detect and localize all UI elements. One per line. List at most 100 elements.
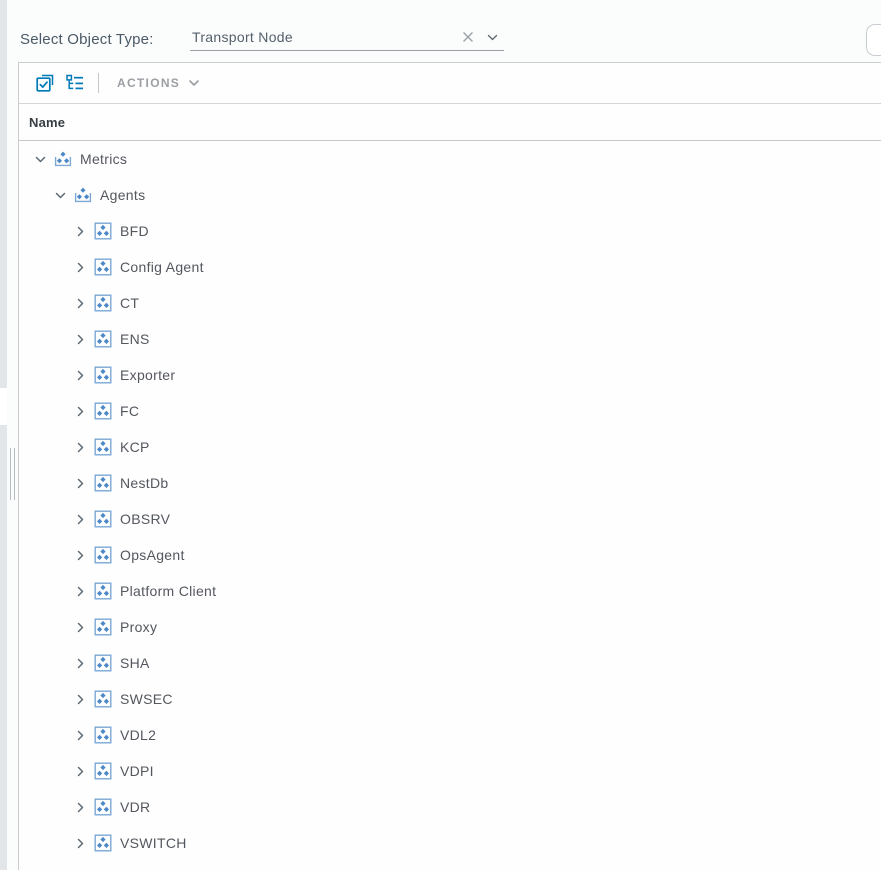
tree-item-label: Exporter (120, 367, 176, 383)
chevron-right-icon[interactable] (73, 764, 87, 778)
tree-row[interactable]: SHA (19, 645, 881, 681)
metric-icon (93, 258, 113, 276)
object-type-label: Select Object Type: (20, 31, 154, 48)
chevron-right-icon[interactable] (73, 476, 87, 490)
name-column-header-label: Name (29, 114, 66, 130)
actions-chevron-down-icon (189, 80, 199, 86)
metric-icon (93, 726, 113, 744)
chevron-right-icon[interactable] (73, 836, 87, 850)
tree-item-label: SWSEC (120, 691, 173, 707)
clear-selection-icon[interactable] (459, 28, 477, 46)
tree-item-label: OpsAgent (120, 547, 185, 563)
tree-item-label: OBSRV (120, 511, 171, 527)
tree-item-label: VDPI (120, 763, 154, 779)
chevron-right-icon[interactable] (73, 656, 87, 670)
tree-row[interactable]: Config Agent (19, 249, 881, 285)
metric-icon (93, 798, 113, 816)
chevron-right-icon[interactable] (73, 404, 87, 418)
object-type-combobox[interactable]: Transport Node (190, 24, 504, 51)
chevron-down-icon[interactable] (53, 188, 67, 202)
tree-row[interactable]: Platform Client (19, 573, 881, 609)
metric-icon (93, 474, 113, 492)
pane-resize-handle[interactable] (10, 448, 15, 500)
metric-icon (93, 690, 113, 708)
collapsed-pane-rail (0, 0, 7, 870)
rail-notch (0, 388, 7, 425)
tree-row[interactable]: Exporter (19, 357, 881, 393)
tree-row[interactable]: CT (19, 285, 881, 321)
tree-row[interactable]: OBSRV (19, 501, 881, 537)
tree-row[interactable]: Metrics (19, 141, 881, 177)
metric-icon (93, 510, 113, 528)
tree-item-label: VDL2 (120, 727, 157, 743)
tree-view-icon[interactable] (62, 70, 88, 96)
metric-group-icon (73, 186, 93, 204)
chevron-right-icon[interactable] (73, 800, 87, 814)
name-column-header[interactable]: Name (19, 104, 881, 141)
tree-row[interactable]: KCP (19, 429, 881, 465)
metric-group-icon (53, 150, 73, 168)
chevron-right-icon[interactable] (73, 296, 87, 310)
tree-row[interactable]: NestDb (19, 465, 881, 501)
chevron-right-icon[interactable] (73, 728, 87, 742)
tree-row[interactable]: Agents (19, 177, 881, 213)
cut-off-button[interactable] (866, 24, 881, 56)
tree-item-label: ENS (120, 331, 150, 347)
tree-row[interactable]: BFD (19, 213, 881, 249)
metric-icon (93, 222, 113, 240)
metric-icon (93, 330, 113, 348)
tree-rows: Metrics Agents BFD Config Agent CT ENS E… (19, 141, 881, 861)
actions-button[interactable]: ACTIONS (109, 70, 208, 96)
tree-item-label: VSWITCH (120, 835, 187, 851)
tree-item-label: FC (120, 403, 140, 419)
chevron-right-icon[interactable] (73, 260, 87, 274)
tree-item-label: Agents (100, 187, 146, 203)
chevron-right-icon[interactable] (73, 620, 87, 634)
metric-icon (93, 582, 113, 600)
tree-item-label: Metrics (80, 151, 128, 167)
tree-item-label: KCP (120, 439, 150, 455)
tree-row[interactable]: Proxy (19, 609, 881, 645)
chevron-right-icon[interactable] (73, 548, 87, 562)
chevron-right-icon[interactable] (73, 332, 87, 346)
metric-icon (93, 546, 113, 564)
tree-row[interactable]: VDL2 (19, 717, 881, 753)
toolbar-separator (98, 73, 99, 93)
tree-row[interactable]: VDPI (19, 753, 881, 789)
metric-icon (93, 834, 113, 852)
tree-row[interactable]: VSWITCH (19, 825, 881, 861)
chevron-right-icon[interactable] (73, 584, 87, 598)
metric-icon (93, 618, 113, 636)
tree-item-label: NestDb (120, 475, 169, 491)
metric-icon (93, 762, 113, 780)
tree-item-label: BFD (120, 223, 149, 239)
tree-row[interactable]: ENS (19, 321, 881, 357)
chevron-right-icon[interactable] (73, 692, 87, 706)
tree-row[interactable]: VDR (19, 789, 881, 825)
chevron-down-icon[interactable] (33, 152, 47, 166)
chevron-right-icon[interactable] (73, 440, 87, 454)
metric-icon (93, 366, 113, 384)
metric-icon (93, 438, 113, 456)
metric-icon (93, 294, 113, 312)
tree-row[interactable]: OpsAgent (19, 537, 881, 573)
combobox-chevron-down-icon[interactable] (484, 29, 500, 45)
tree-row[interactable]: SWSEC (19, 681, 881, 717)
select-all-checkbox-icon[interactable] (32, 70, 58, 96)
chevron-right-icon[interactable] (73, 224, 87, 238)
chevron-right-icon[interactable] (73, 368, 87, 382)
chevron-right-icon[interactable] (73, 512, 87, 526)
tree-row[interactable]: FC (19, 393, 881, 429)
